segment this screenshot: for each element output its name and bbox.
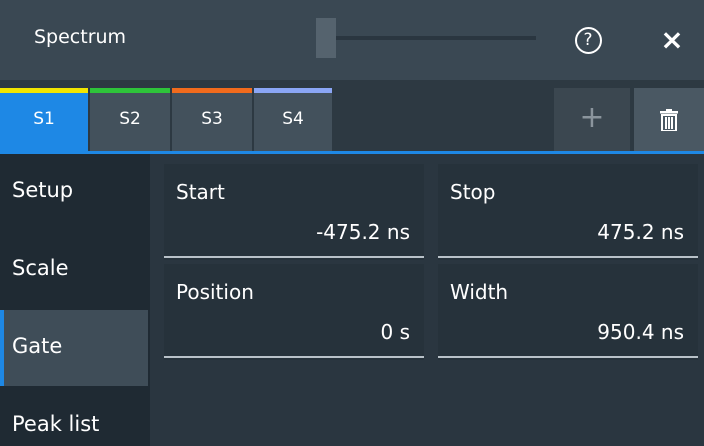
tab-label: S3 (201, 109, 223, 129)
field-value: 475.2 ns (597, 220, 684, 244)
tab-s1[interactable]: S1 (0, 88, 88, 151)
field-underline (438, 256, 698, 258)
tab-color-bar (90, 88, 170, 93)
title-bar: Spectrum ? × (0, 0, 704, 80)
tab-s2[interactable]: S2 (90, 88, 170, 151)
help-button[interactable]: ? (568, 20, 608, 60)
nav-item-gate[interactable]: Gate (0, 310, 148, 386)
nav-item-peak-list[interactable]: Peak list (0, 388, 148, 446)
help-icon: ? (574, 26, 602, 54)
trash-icon (660, 108, 678, 131)
transparency-slider-track[interactable] (336, 36, 536, 40)
tab-color-bar (254, 88, 332, 93)
field-label: Stop (450, 180, 496, 204)
field-value: 0 s (380, 320, 410, 344)
tab-label: S2 (119, 109, 141, 129)
nav-item-label: Scale (12, 256, 69, 280)
tab-color-bar (0, 88, 88, 93)
stop-field[interactable]: Stop 475.2 ns (438, 164, 698, 260)
start-field[interactable]: Start -475.2 ns (164, 164, 424, 260)
width-field[interactable]: Width 950.4 ns (438, 264, 698, 360)
field-value: 950.4 ns (597, 320, 684, 344)
field-underline (164, 356, 424, 358)
nav-item-scale[interactable]: Scale (0, 232, 148, 308)
selection-indicator (0, 310, 4, 386)
nav-item-label: Gate (12, 334, 63, 358)
field-value: -475.2 ns (316, 220, 410, 244)
field-label: Position (176, 280, 254, 304)
field-underline (164, 256, 424, 258)
nav-item-label: Setup (12, 178, 74, 202)
field-underline (438, 356, 698, 358)
close-icon[interactable]: × (652, 18, 692, 62)
tab-strip: S1 S2 S3 S4 + (0, 80, 704, 154)
transparency-slider-handle[interactable] (316, 18, 336, 58)
field-label: Start (176, 180, 225, 204)
dialog-title: Spectrum (34, 26, 127, 48)
nav-item-label: Peak list (12, 412, 100, 436)
tab-s4[interactable]: S4 (254, 88, 332, 151)
add-icon[interactable]: + (554, 88, 630, 151)
delete-button[interactable] (634, 88, 704, 151)
tab-label: S1 (33, 109, 55, 129)
field-label: Width (450, 280, 509, 304)
nav-item-setup[interactable]: Setup (0, 154, 148, 230)
position-field[interactable]: Position 0 s (164, 264, 424, 360)
tab-label: S4 (282, 109, 304, 129)
tab-s3[interactable]: S3 (172, 88, 252, 151)
gate-settings-panel: Start -475.2 ns Stop 475.2 ns Position 0… (150, 154, 704, 446)
side-navigation: Setup Scale Gate Peak list (0, 154, 148, 446)
tab-color-bar (172, 88, 252, 93)
